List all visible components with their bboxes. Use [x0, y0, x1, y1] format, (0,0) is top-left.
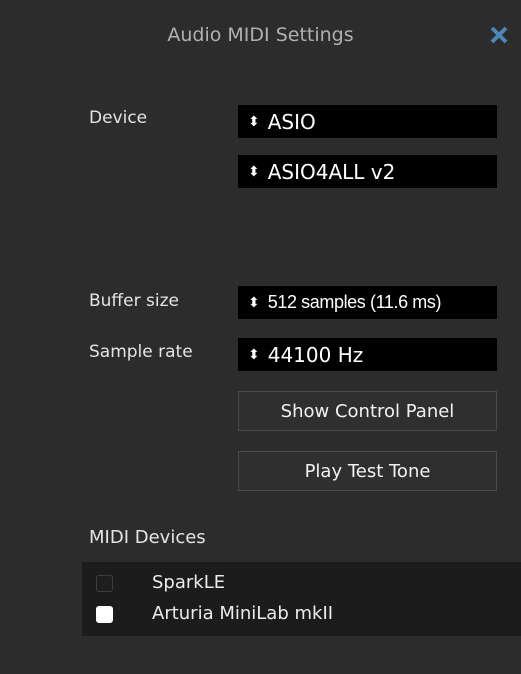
- play-test-tone-button[interactable]: Play Test Tone: [238, 451, 497, 491]
- close-button[interactable]: [488, 24, 510, 46]
- midi-device-item-sparkle[interactable]: SparkLE: [82, 569, 521, 599]
- midi-device-checkbox[interactable]: [96, 606, 113, 623]
- midi-device-list: SparkLE Arturia MiniLab mkII: [82, 562, 521, 636]
- audio-midi-settings-window: Audio MIDI Settings Device ⬍ ASIO ⬍ ASIO…: [0, 0, 521, 674]
- midi-device-checkbox[interactable]: [96, 575, 113, 592]
- title-bar: Audio MIDI Settings: [0, 0, 521, 75]
- midi-device-name: SparkLE: [152, 572, 226, 593]
- buffer-size-select[interactable]: ⬍ 512 samples (11.6 ms): [238, 286, 497, 319]
- select-arrows-icon: ⬍: [248, 113, 260, 130]
- show-control-panel-button[interactable]: Show Control Panel: [238, 391, 497, 431]
- window-title: Audio MIDI Settings: [167, 24, 354, 46]
- select-arrows-icon: ⬍: [248, 346, 260, 363]
- buffer-size-label: Buffer size: [89, 291, 179, 311]
- select-arrows-icon: ⬍: [248, 294, 260, 311]
- close-icon: [490, 26, 508, 44]
- device-label: Device: [89, 108, 148, 128]
- midi-device-item-arturia-minilab[interactable]: Arturia MiniLab mkII: [82, 600, 521, 630]
- midi-devices-heading: MIDI Devices: [89, 527, 206, 548]
- midi-device-name: Arturia MiniLab mkII: [152, 603, 334, 624]
- select-arrows-icon: ⬍: [248, 163, 260, 180]
- device-name-value: ASIO4ALL v2: [267, 159, 396, 184]
- sample-rate-value: 44100 Hz: [267, 342, 364, 367]
- device-type-select[interactable]: ⬍ ASIO: [238, 105, 497, 138]
- device-name-select[interactable]: ⬍ ASIO4ALL v2: [238, 155, 497, 188]
- sample-rate-label: Sample rate: [89, 342, 193, 362]
- device-type-value: ASIO: [267, 109, 316, 134]
- sample-rate-select[interactable]: ⬍ 44100 Hz: [238, 338, 497, 371]
- buffer-size-value: 512 samples (11.6 ms): [267, 292, 442, 312]
